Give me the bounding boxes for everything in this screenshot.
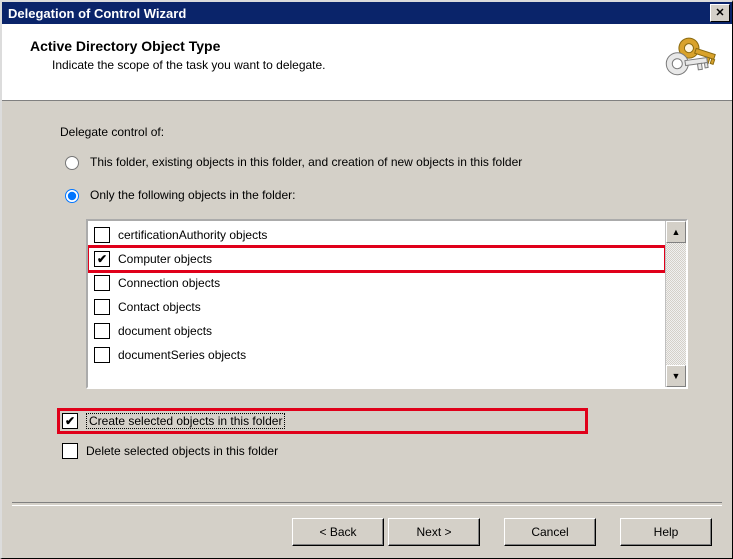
list-item-label: certificationAuthority objects — [118, 228, 267, 242]
list-item[interactable]: certificationAuthority objects — [88, 223, 665, 247]
list-item-label: document objects — [118, 324, 212, 338]
list-item[interactable]: Contact objects — [88, 295, 665, 319]
create-objects-checkbox[interactable]: ✔ — [62, 413, 78, 429]
list-item-checkbox[interactable] — [94, 323, 110, 339]
delete-objects-label: Delete selected objects in this folder — [86, 444, 278, 458]
list-item-checkbox[interactable] — [94, 299, 110, 315]
page-subtitle: Indicate the scope of the task you want … — [52, 58, 326, 72]
keys-icon — [664, 34, 716, 86]
wizard-header: Active Directory Object Type Indicate th… — [2, 24, 732, 101]
list-item-checkbox[interactable] — [94, 275, 110, 291]
scroll-down-button[interactable]: ▼ — [666, 365, 686, 387]
next-button[interactable]: Next > — [388, 518, 480, 546]
wizard-body: Delegate control of: This folder, existi… — [2, 101, 732, 502]
object-types-area: certificationAuthority objects ✔ Computer … — [86, 219, 688, 389]
list-item[interactable]: document objects — [88, 319, 665, 343]
titlebar: Delegation of Control Wizard ✕ — [2, 2, 732, 24]
cancel-button[interactable]: Cancel — [504, 518, 596, 546]
radio-this-folder[interactable]: This folder, existing objects in this fo… — [60, 153, 688, 170]
radio-only-following-input[interactable] — [65, 189, 79, 203]
delegate-prompt: Delegate control of: — [60, 125, 688, 139]
scroll-up-button[interactable]: ▲ — [666, 221, 686, 243]
list-item-label: documentSeries objects — [118, 348, 246, 362]
radio-only-following-label: Only the following objects in the folder… — [90, 188, 295, 202]
chevron-down-icon: ▼ — [672, 371, 681, 381]
radio-this-folder-input[interactable] — [65, 156, 79, 170]
list-item[interactable]: ✔ Computer objects — [88, 247, 665, 271]
delegation-wizard-window: Delegation of Control Wizard ✕ Active Di… — [0, 0, 733, 559]
object-types-listbox[interactable]: certificationAuthority objects ✔ Computer … — [86, 219, 688, 389]
delete-objects-option[interactable]: Delete selected objects in this folder — [60, 441, 688, 461]
radio-only-following[interactable]: Only the following objects in the folder… — [60, 186, 688, 203]
close-icon: ✕ — [715, 8, 724, 19]
create-objects-label: Create selected objects in this folder — [86, 413, 285, 429]
radio-this-folder-label: This folder, existing objects in this fo… — [90, 155, 522, 169]
chevron-up-icon: ▲ — [672, 227, 681, 237]
page-title: Active Directory Object Type — [30, 38, 326, 54]
object-types-items: certificationAuthority objects ✔ Computer … — [88, 221, 665, 387]
back-button[interactable]: < Back — [292, 518, 384, 546]
scroll-track[interactable] — [666, 243, 686, 365]
list-item-checkbox[interactable]: ✔ — [94, 251, 110, 267]
listbox-scrollbar[interactable]: ▲ ▼ — [665, 221, 686, 387]
list-item-label: Connection objects — [118, 276, 220, 290]
delete-objects-checkbox[interactable] — [62, 443, 78, 459]
list-item-checkbox[interactable] — [94, 227, 110, 243]
list-item-checkbox[interactable] — [94, 347, 110, 363]
list-item-label: Computer objects — [118, 252, 212, 266]
list-item-label: Contact objects — [118, 300, 201, 314]
help-button[interactable]: Help — [620, 518, 712, 546]
list-item[interactable]: Connection objects — [88, 271, 665, 295]
create-objects-option[interactable]: ✔ Create selected objects in this folder — [60, 411, 585, 431]
list-item[interactable]: documentSeries objects — [88, 343, 665, 367]
close-button[interactable]: ✕ — [710, 4, 730, 22]
wizard-footer: < Back Next > Cancel Help — [2, 506, 732, 558]
window-title: Delegation of Control Wizard — [8, 6, 186, 21]
